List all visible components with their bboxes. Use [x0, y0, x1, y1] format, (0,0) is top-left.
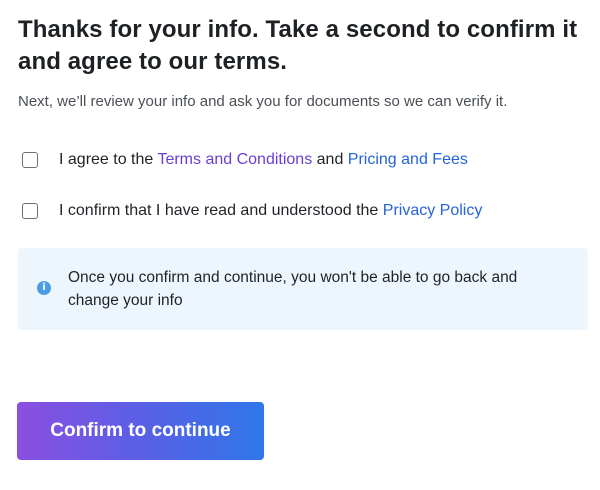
pricing-and-fees-link[interactable]: Pricing and Fees [348, 151, 468, 168]
info-icon: i [37, 281, 51, 295]
privacy-agreement-prefix: I confirm that I have read and understoo… [59, 202, 383, 219]
terms-agreement-label: I agree to the Terms and Conditions and … [59, 149, 468, 171]
privacy-agreement-label: I confirm that I have read and understoo… [59, 200, 482, 222]
notice-text: Once you confirm and continue, you won't… [68, 269, 518, 309]
terms-agreement-prefix: I agree to the [59, 151, 158, 168]
terms-agreement-row: I agree to the Terms and Conditions and … [18, 148, 588, 172]
privacy-agreement-row: I confirm that I have read and understoo… [18, 199, 588, 223]
page-title: Thanks for your info. Take a second to c… [18, 16, 578, 75]
privacy-policy-link[interactable]: Privacy Policy [383, 202, 483, 219]
terms-checkbox[interactable] [22, 152, 38, 168]
terms-and-conditions-link[interactable]: Terms and Conditions [157, 151, 312, 168]
page-subtitle: Next, we’ll review your info and ask you… [18, 93, 508, 110]
confirm-to-continue-button[interactable]: Confirm to continue [17, 402, 264, 460]
confirm-terms-panel: Thanks for your info. Take a second to c… [18, 14, 588, 330]
terms-agreement-middle: and [312, 151, 348, 168]
privacy-checkbox[interactable] [22, 203, 38, 219]
notice-box: i Once you confirm and continue, you won… [18, 248, 588, 330]
